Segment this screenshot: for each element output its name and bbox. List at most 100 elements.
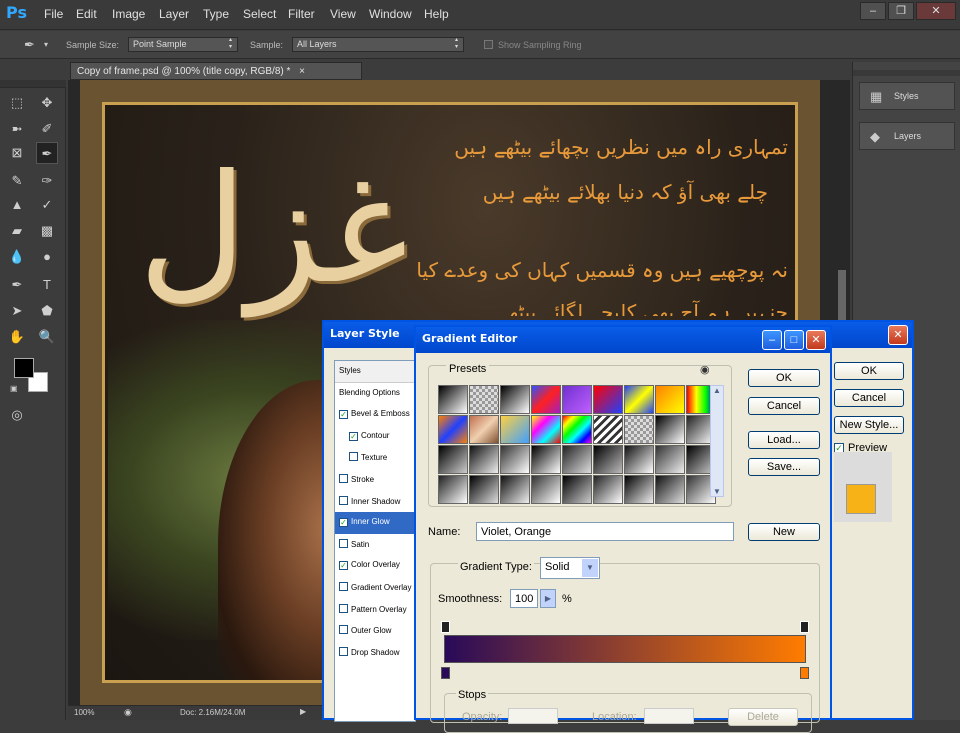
layer-style-close-icon[interactable]: ✕ (888, 325, 908, 345)
blur-icon[interactable]: 💧 (6, 246, 28, 268)
style-checkbox[interactable]: ✓ (339, 410, 348, 420)
minimize-button[interactable]: – (860, 2, 886, 20)
style-item-gradient-overlay[interactable]: Gradient Overlay (335, 577, 415, 599)
ge-cancel-button[interactable]: Cancel (748, 397, 820, 415)
close-tab-icon[interactable]: × (299, 66, 305, 77)
color-stop-left[interactable] (441, 667, 450, 679)
style-item-drop-shadow[interactable]: Drop Shadow (335, 642, 415, 664)
preset-swatch[interactable] (469, 475, 499, 504)
preset-swatch[interactable] (562, 415, 592, 444)
close-button[interactable]: ✕ (916, 2, 956, 20)
eyedropper-tool-icon[interactable]: ✒ (36, 142, 58, 164)
opacity-stop-right[interactable] (800, 621, 809, 633)
preset-swatch[interactable] (624, 385, 654, 414)
preset-swatch[interactable] (438, 415, 468, 444)
menu-edit[interactable]: Edit (76, 7, 97, 21)
menu-filter[interactable]: Filter (288, 7, 315, 21)
preset-swatch[interactable] (562, 445, 592, 474)
style-item-stroke[interactable]: Stroke (335, 469, 415, 491)
menu-view[interactable]: View (330, 7, 356, 21)
smoothness-field[interactable] (510, 589, 538, 608)
eraser-icon[interactable]: ▰ (6, 220, 28, 242)
load-button[interactable]: Load... (748, 431, 820, 449)
ge-minimize-icon[interactable]: – (762, 330, 782, 350)
sample-select[interactable]: All Layers (292, 37, 464, 52)
panel-grip[interactable] (853, 70, 960, 76)
style-item-color-overlay[interactable]: ✓ Color Overlay (335, 555, 415, 577)
menu-image[interactable]: Image (112, 7, 145, 21)
shape-icon[interactable]: ⬟ (36, 300, 58, 322)
preset-swatch[interactable] (593, 445, 623, 474)
preset-swatch[interactable] (469, 385, 499, 414)
toolbox-grip[interactable] (0, 80, 66, 88)
layers-panel-button[interactable]: ◆ Layers (859, 122, 955, 150)
preset-swatch[interactable] (593, 475, 623, 504)
preset-swatch[interactable] (531, 385, 561, 414)
menu-type[interactable]: Type (203, 7, 229, 21)
scroll-down-icon[interactable]: ▼ (711, 487, 723, 496)
style-checkbox[interactable]: ✓ (349, 431, 358, 441)
stamp-icon[interactable]: ▲ (6, 194, 28, 216)
menu-layer[interactable]: Layer (159, 7, 189, 21)
style-item-inner-shadow[interactable]: Inner Shadow (335, 491, 415, 513)
styles-header[interactable]: Styles (335, 361, 415, 383)
healing-icon[interactable]: ✎ (6, 170, 28, 192)
style-checkbox[interactable] (339, 538, 348, 548)
presets-scrollbar[interactable]: ▲ ▼ (710, 385, 724, 497)
crop-icon[interactable]: ⊠ (6, 142, 28, 164)
preset-swatch[interactable] (438, 445, 468, 474)
style-item-outer-glow[interactable]: Outer Glow (335, 620, 415, 642)
restore-button[interactable]: ❐ (888, 2, 914, 20)
preset-swatch[interactable] (655, 445, 685, 474)
style-checkbox[interactable] (339, 646, 348, 656)
preset-swatch[interactable] (624, 445, 654, 474)
preset-swatch[interactable] (500, 385, 530, 414)
gradient-name-field[interactable] (476, 522, 734, 541)
preset-swatch[interactable] (562, 475, 592, 504)
preset-swatch[interactable] (593, 415, 623, 444)
document-tab[interactable]: Copy of frame.psd @ 100% (title copy, RG… (70, 62, 362, 80)
style-item-pattern-overlay[interactable]: Pattern Overlay (335, 599, 415, 621)
ls-cancel-button[interactable]: Cancel (834, 389, 904, 407)
preset-swatch[interactable] (500, 415, 530, 444)
move-icon[interactable]: ✥ (36, 92, 58, 114)
history-brush-icon[interactable]: ✓ (36, 194, 58, 216)
show-ring-checkbox[interactable] (484, 40, 493, 49)
style-checkbox[interactable] (339, 473, 348, 483)
lasso-icon[interactable]: ➼ (6, 118, 28, 140)
save-button[interactable]: Save... (748, 458, 820, 476)
style-item-satin[interactable]: Satin (335, 534, 415, 556)
dodge-icon[interactable]: ● (36, 246, 58, 268)
style-checkbox[interactable] (339, 495, 348, 505)
eyedropper-icon[interactable]: ✒ (24, 37, 35, 53)
preset-swatch[interactable] (655, 415, 685, 444)
ge-ok-button[interactable]: OK (748, 369, 820, 387)
style-item-inner-glow[interactable]: ✓ Inner Glow (335, 512, 415, 534)
zoom-level[interactable]: 100% (74, 708, 94, 717)
style-checkbox[interactable] (339, 581, 348, 591)
tool-preset-chevron-icon[interactable]: ▾ (44, 40, 48, 49)
menu-file[interactable]: File (44, 7, 63, 21)
preset-swatch[interactable] (624, 415, 654, 444)
style-checkbox[interactable]: ✓ (339, 518, 348, 528)
preset-swatch[interactable] (500, 445, 530, 474)
status-icon[interactable]: ◉ (124, 707, 132, 718)
preset-swatch[interactable] (469, 445, 499, 474)
preset-swatch[interactable] (531, 445, 561, 474)
style-item-blending-options[interactable]: Blending Options (335, 383, 415, 405)
opacity-stop-left[interactable] (441, 621, 450, 633)
status-menu-icon[interactable]: ▶ (300, 707, 306, 716)
styles-panel-button[interactable]: ▦ Styles (859, 82, 955, 110)
style-item-contour[interactable]: ✓ Contour (335, 426, 415, 448)
sample-size-select[interactable]: Point Sample (128, 37, 238, 52)
presets-menu-icon[interactable]: ◉ (700, 363, 710, 376)
preset-swatch[interactable] (438, 475, 468, 504)
menu-window[interactable]: Window (369, 7, 412, 21)
brush-icon[interactable]: ✑ (36, 170, 58, 192)
preset-swatch[interactable] (438, 385, 468, 414)
menu-select[interactable]: Select (243, 7, 276, 21)
color-stop-right[interactable] (800, 667, 809, 679)
menu-help[interactable]: Help (424, 7, 449, 21)
preset-swatch[interactable] (531, 475, 561, 504)
default-colors-icon[interactable]: ▣ (10, 384, 18, 393)
